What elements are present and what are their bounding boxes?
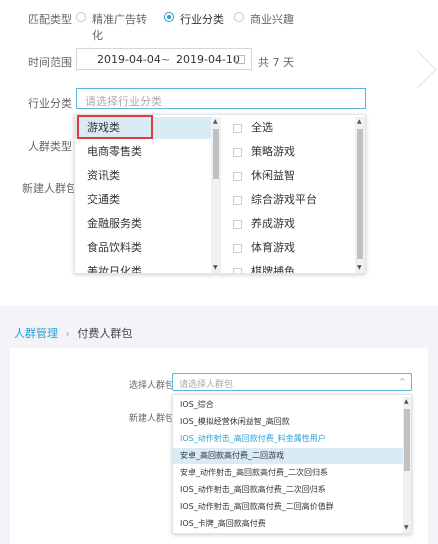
category-scrollbar[interactable]: ▲ ▼ [211,117,221,273]
subcategory-casual[interactable]: 休闲益智 [225,165,353,187]
crowd-option[interactable]: IOS_综合 [173,397,403,413]
crowd-option[interactable]: 安卓_动作射击_高回款高付费_二次回归系 [173,465,403,481]
scroll-up-arrow[interactable]: ▲ [213,119,218,125]
crowd-select[interactable]: 请选择人群包 ^ [172,373,412,391]
option-label: 棋牌捕鱼 [251,265,295,273]
option-label: 养成游戏 [251,217,295,230]
radio-precise-ad[interactable]: 精准广告转化 [76,10,156,42]
subcategory-board[interactable]: 棋牌捕鱼 [225,261,353,273]
subcategory-list: 全选 策略游戏 休闲益智 综合游戏平台 养成游戏 体育游戏 棋牌捕鱼 [225,117,355,273]
category-list: 游戏类 电商零售类 资讯类 交通类 金融服务类 食品饮料类 美妆日化类 [75,117,221,273]
subcategory-nurture[interactable]: 养成游戏 [225,213,353,235]
crowd-type-label: 人群类型 [28,140,72,153]
industry-placeholder: 请选择行业分类 [85,95,162,108]
category-item-food[interactable]: 食品饮料类 [75,237,211,259]
option-label: 策略游戏 [251,145,295,158]
start-date: 2019-04-04 [97,53,161,66]
category-item-news[interactable]: 资讯类 [75,165,211,187]
checkbox-icon [233,172,242,181]
checkbox-icon [233,268,242,273]
crowd-option[interactable]: IOS_动作射击_高回款付费_料金属性用户 [173,431,403,447]
checkbox-icon [233,196,242,205]
category-item-beauty[interactable]: 美妆日化类 [75,261,211,273]
subcategory-strategy[interactable]: 策略游戏 [225,141,353,163]
radio-circle-selected [164,12,174,22]
checkbox-icon [233,244,242,253]
radio-label: 精准广告转化 [92,13,147,42]
subcategory-select-all[interactable]: 全选 [225,117,353,139]
checkbox-icon [233,220,242,229]
crowd-scrollbar[interactable]: ▲ ▼ [403,397,411,533]
subcategory-scrollbar[interactable]: ▲ ▼ [355,117,365,273]
scroll-up-arrow[interactable]: ▲ [404,399,409,405]
scroll-down-arrow[interactable]: ▼ [213,265,218,271]
date-range-picker[interactable]: 2019-04-04 ~ 2019-04-10 [76,48,252,70]
select-crowd-label: 选择人群包 [129,381,175,391]
radio-label: 行业分类 [180,13,224,26]
end-date: 2019-04-10 [176,53,240,66]
scroll-down-arrow[interactable]: ▼ [357,265,362,271]
scroll-thumb[interactable] [357,129,363,259]
breadcrumb: 人群管理 › 付费人群包 [14,325,132,341]
checkbox-icon [233,124,242,133]
radio-circle [234,12,244,22]
option-label: 综合游戏平台 [251,193,317,206]
new-crowd-label-bottom: 新建人群包 [129,414,175,424]
category-item-ecommerce[interactable]: 电商零售类 [75,141,211,163]
time-range-label: 时间范围 [28,56,72,69]
decorative-chevron [398,50,437,89]
crowd-select-placeholder: 请选择人群包 [179,380,234,390]
scroll-thumb[interactable] [213,129,219,179]
crowd-option[interactable]: IOS_动作射击_高回款高付费_二回高价值群 [173,499,403,515]
subcategory-sports[interactable]: 体育游戏 [225,237,353,259]
crowd-option[interactable]: IOS_动作射击_高回款高付费_二次回归系 [173,482,403,498]
category-item-traffic[interactable]: 交通类 [75,189,211,211]
option-label: 全选 [251,121,273,134]
checkbox-icon [233,148,242,157]
match-type-label: 匹配类型 [28,13,72,26]
option-label: 体育游戏 [251,241,295,254]
new-crowd-label: 新建人群包 [22,182,77,195]
scroll-down-arrow[interactable]: ▼ [404,525,409,531]
industry-cascade-dropdown: 游戏类 电商零售类 资讯类 交通类 金融服务类 食品饮料类 美妆日化类 ▲ ▼ … [74,114,366,274]
calendar-icon [235,55,245,64]
selected-category-outline [77,115,153,139]
total-days: 共 7 天 [258,56,294,69]
option-label: 休闲益智 [251,169,295,182]
radio-label: 商业兴趣 [250,13,294,26]
breadcrumb-separator: › [65,327,70,340]
scroll-up-arrow[interactable]: ▲ [357,119,362,125]
subcategory-platform[interactable]: 综合游戏平台 [225,189,353,211]
crowd-option[interactable]: IOS_卡牌_高回款高付费 [173,516,403,532]
breadcrumb-root[interactable]: 人群管理 [14,327,58,340]
scroll-thumb[interactable] [404,409,410,471]
category-item-finance[interactable]: 金融服务类 [75,213,211,235]
crowd-dropdown: IOS_综合 IOS_模拟经营休闲益智_高回款 IOS_动作射击_高回款付费_料… [172,394,412,534]
industry-label: 行业分类 [28,97,72,110]
crowd-option[interactable]: IOS_模拟经营休闲益智_高回款 [173,414,403,430]
industry-select[interactable]: 请选择行业分类 [76,88,366,109]
radio-circle [76,12,86,22]
chevron-up-icon: ^ [399,377,406,386]
date-separator: ~ [161,53,171,66]
radio-business-interest[interactable]: 商业兴趣 [234,10,304,26]
breadcrumb-current: 付费人群包 [77,327,133,340]
radio-industry[interactable]: 行业分类 [164,10,228,26]
crowd-option-highlighted[interactable]: 安卓_高回款高付费_二回游戏 [173,448,403,464]
